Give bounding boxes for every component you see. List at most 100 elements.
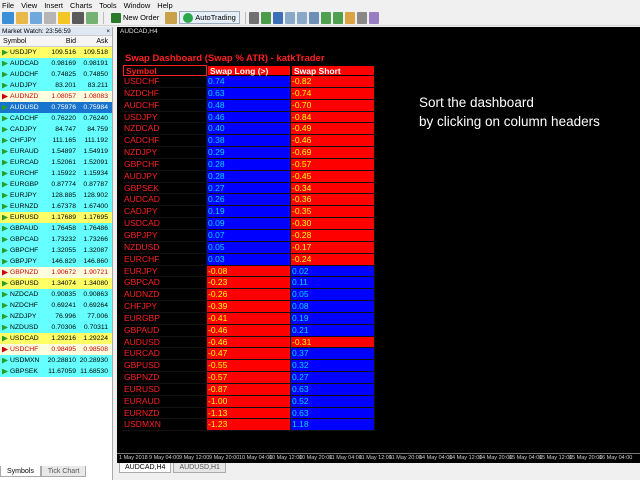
dashboard-symbol-cell: EURGBP	[123, 312, 207, 325]
market-watch-icon[interactable]	[30, 11, 42, 24]
swap-long-header[interactable]: Swap Long (>)	[207, 65, 291, 76]
market-watch-row[interactable]: GBPCAD 1.73232 1.73266	[0, 234, 112, 245]
symbol-header[interactable]: Symbol	[123, 65, 207, 76]
market-watch-row[interactable]: USDMXN 20.28810 20.28930	[0, 355, 112, 366]
market-watch-row[interactable]: USDCAD 1.29216 1.29224	[0, 333, 112, 344]
chart-tab-audcad[interactable]: AUDCAD,H4	[119, 463, 172, 473]
chart-tab-audusd[interactable]: AUDUSD,H1	[173, 463, 226, 473]
symbol-name: CADCHF	[10, 115, 39, 122]
market-watch-row[interactable]: EURCAD 1.52061 1.52091	[0, 157, 112, 168]
market-watch-row[interactable]: GBPJPY 146.829 146.860	[0, 256, 112, 267]
symbol-arrow-icon	[2, 137, 8, 144]
market-watch-row[interactable]: EURJPY 128.885 128.902	[0, 190, 112, 201]
menu-item-view[interactable]: View	[21, 1, 37, 10]
market-watch-row[interactable]: EURNZD 1.67378 1.67400	[0, 201, 112, 212]
market-watch-row[interactable]: NZDCAD 0.90835 0.90863	[0, 289, 112, 300]
market-watch-row[interactable]: GBPNZD 1.90672 1.90721	[0, 267, 112, 278]
market-watch-row[interactable]: AUDCAD 0.98169 0.98191	[0, 58, 112, 69]
menu-item-file[interactable]: File	[2, 1, 14, 10]
market-watch-row[interactable]: CADCHF 0.76220 0.76240	[0, 113, 112, 124]
time-axis-label: 9 May 04:00	[149, 455, 180, 461]
periods-icon[interactable]	[356, 11, 367, 24]
bid-cell: 1.17689	[51, 214, 76, 221]
swap-short-cell: -0.49	[291, 123, 375, 136]
ask-cell: 83.211	[87, 82, 108, 89]
terminal-icon[interactable]	[72, 11, 84, 24]
time-axis-label: 11 May 04:00	[329, 455, 362, 461]
swap-short-cell: 0.11	[291, 277, 375, 290]
navigator-icon[interactable]	[58, 11, 70, 24]
ask-cell: 11.68530	[80, 368, 108, 375]
market-watch-row[interactable]: AUDUSD 0.75976 0.75984	[0, 102, 112, 113]
ask-column-header[interactable]: Ask	[78, 36, 111, 46]
dashboard-row: GBPCHF 0.28 -0.57	[123, 158, 375, 171]
bid-cell: 0.98495	[51, 346, 76, 353]
data-window-icon[interactable]	[44, 11, 56, 24]
autoscroll-icon[interactable]	[320, 11, 331, 24]
candlestick-icon[interactable]	[260, 11, 271, 24]
tab-symbols[interactable]: Symbols	[0, 466, 41, 477]
market-watch-row[interactable]: NZDCHF 0.69241 0.69264	[0, 300, 112, 311]
market-watch-row[interactable]: AUDJPY 83.201 83.211	[0, 80, 112, 91]
chart-shift-icon[interactable]	[332, 11, 343, 24]
tester-icon[interactable]	[86, 11, 98, 24]
market-watch-row[interactable]: USDJPY 109.516 109.518	[0, 47, 112, 58]
market-watch-row[interactable]: NZDUSD 0.70306 0.70311	[0, 322, 112, 333]
bid-column-header[interactable]: Bid	[45, 36, 78, 46]
templates-icon[interactable]	[368, 11, 379, 24]
market-watch-row[interactable]: GBPAUD 1.76458 1.76486	[0, 223, 112, 234]
line-chart-icon[interactable]	[272, 11, 283, 24]
market-watch-row[interactable]: EURCHF 1.15922 1.15934	[0, 168, 112, 179]
new-order-button[interactable]: New Order	[107, 11, 163, 24]
autotrading-button[interactable]: AutoTrading	[179, 11, 240, 24]
market-watch-row[interactable]: EURGBP 0.87774 0.87787	[0, 179, 112, 190]
zoom-in-icon[interactable]	[284, 11, 295, 24]
menu-item-charts[interactable]: Charts	[70, 1, 92, 10]
bid-cell: 0.69241	[51, 302, 76, 309]
symbol-arrow-icon	[2, 357, 8, 364]
bar-chart-icon[interactable]	[248, 11, 259, 24]
market-watch-row[interactable]: EURAUD 1.54897 1.54919	[0, 146, 112, 157]
tab-tick-chart[interactable]: Tick Chart	[40, 466, 87, 477]
bid-cell: 0.90835	[51, 291, 76, 298]
indicators-icon[interactable]	[344, 11, 355, 24]
swap-short-cell: -0.17	[291, 241, 375, 254]
menu-item-help[interactable]: Help	[157, 1, 172, 10]
dashboard-row: AUDCAD 0.26 -0.36	[123, 194, 375, 207]
market-watch-row[interactable]: EURUSD 1.17689 1.17695	[0, 212, 112, 223]
bid-cell: 1.90672	[51, 269, 76, 276]
market-watch-row[interactable]: GBPUSD 1.34074 1.34080	[0, 278, 112, 289]
symbol-cell: AUDCHF	[0, 69, 45, 80]
market-watch-row[interactable]: CADJPY 84.747 84.759	[0, 124, 112, 135]
market-watch-row[interactable]: CHFJPY 111.165 111.192	[0, 135, 112, 146]
symbol-column-header[interactable]: Symbol	[0, 36, 45, 46]
menu-item-window[interactable]: Window	[124, 1, 151, 10]
menu-item-tools[interactable]: Tools	[99, 1, 117, 10]
menu-item-insert[interactable]: Insert	[44, 1, 63, 10]
tile-windows-icon[interactable]	[308, 11, 319, 24]
dashboard-row: GBPSEK 0.27 -0.34	[123, 182, 375, 195]
dashboard-row: NZDCHF 0.63 -0.74	[123, 87, 375, 100]
close-icon[interactable]: ×	[106, 27, 112, 35]
dashboard-row: USDMXN -1.23 1.18	[123, 419, 375, 432]
new-chart-icon[interactable]	[2, 11, 14, 24]
swap-long-cell: -0.57	[207, 372, 291, 384]
symbol-name: GBPUSD	[10, 280, 39, 287]
ask-cell: 1.73266	[83, 236, 108, 243]
market-watch-row[interactable]: AUDCHF 0.74825 0.74850	[0, 69, 112, 80]
meta-editor-icon[interactable]	[165, 11, 178, 24]
ask-cell: 0.98191	[83, 60, 108, 67]
swap-long-cell: 0.38	[207, 135, 291, 148]
profiles-icon[interactable]	[16, 11, 28, 24]
chart-window[interactable]: AUDCAD,H4 Swap Dashboard (Swap % ATR) - …	[117, 27, 640, 480]
swap-short-header[interactable]: Swap Short	[291, 65, 375, 76]
symbol-arrow-icon	[2, 115, 8, 122]
market-watch-tabs: Symbols Tick Chart	[0, 466, 87, 477]
market-watch-row[interactable]: NZDJPY 76.996 77.006	[0, 311, 112, 322]
market-watch-row[interactable]: AUDNZD 1.08057 1.08083	[0, 91, 112, 102]
market-watch-row[interactable]: GBPSEK 11.67059 11.68530	[0, 366, 112, 377]
market-watch-row[interactable]: USDCHF 0.98495 0.98508	[0, 344, 112, 355]
market-watch-row[interactable]: GBPCHF 1.32055 1.32087	[0, 245, 112, 256]
swap-long-cell: -0.26	[207, 289, 291, 302]
zoom-out-icon[interactable]	[296, 11, 307, 24]
